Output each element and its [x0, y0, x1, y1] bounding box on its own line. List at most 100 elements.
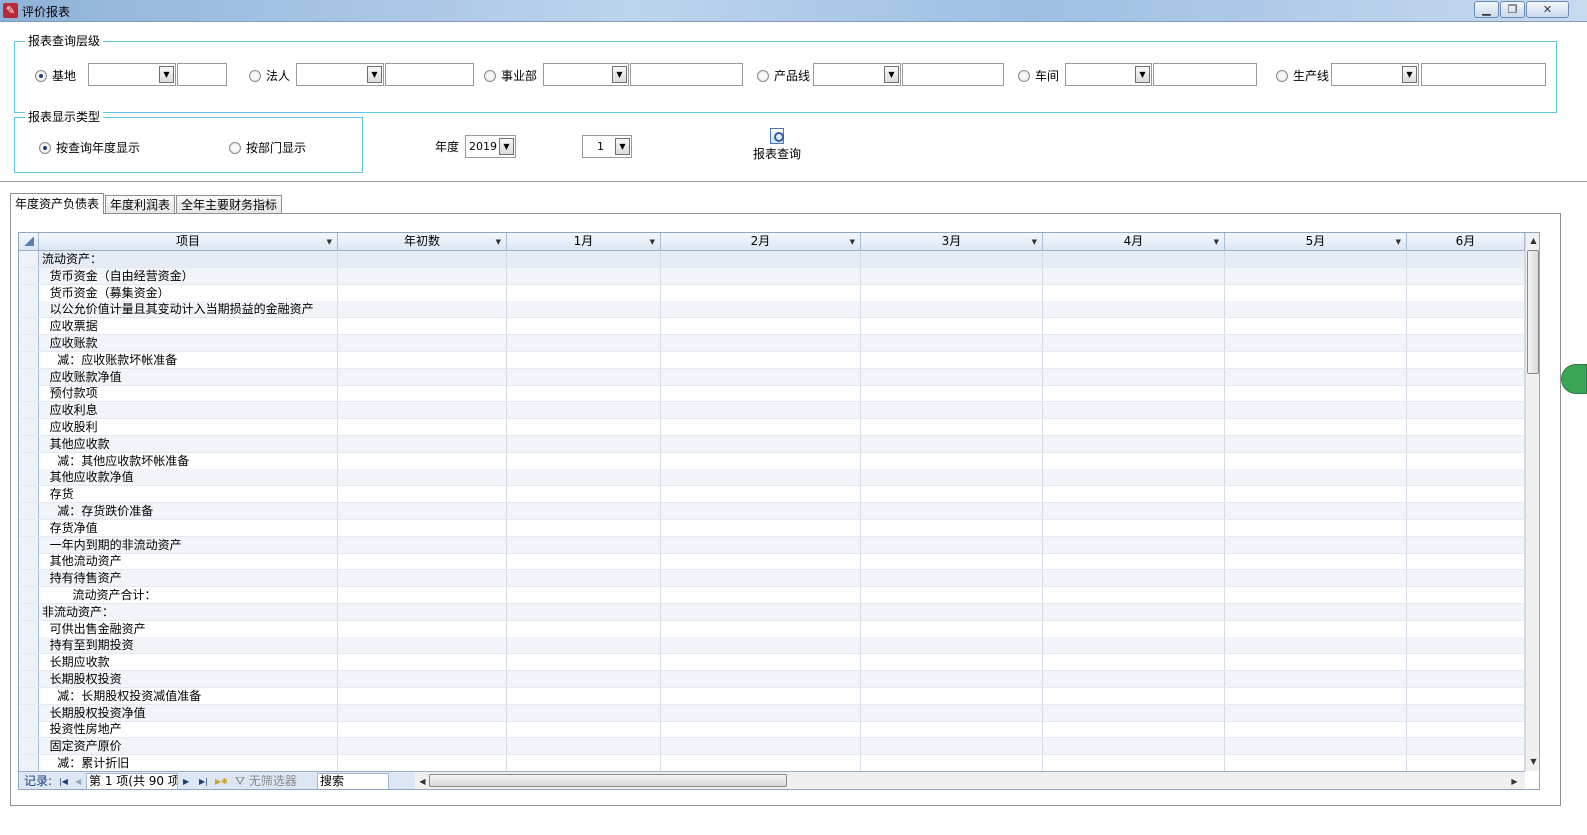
value-cell[interactable]: [1043, 318, 1225, 335]
value-cell[interactable]: [1043, 251, 1225, 267]
value-cell[interactable]: [861, 251, 1043, 267]
value-cell[interactable]: [1043, 603, 1225, 620]
value-cell[interactable]: [507, 519, 661, 536]
value-cell[interactable]: [1043, 637, 1225, 654]
value-cell[interactable]: [861, 637, 1043, 654]
item-cell[interactable]: 应收股利: [39, 419, 338, 435]
item-cell[interactable]: 长期应收款: [39, 654, 338, 671]
value-cell[interactable]: [1225, 301, 1407, 318]
column-header[interactable]: 6月: [1407, 233, 1525, 251]
value-cell[interactable]: [661, 603, 861, 620]
value-cell[interactable]: [338, 536, 507, 553]
value-cell[interactable]: [1043, 419, 1225, 435]
value-cell[interactable]: [1225, 419, 1407, 435]
item-cell[interactable]: 存货: [39, 486, 338, 503]
tab-balance-sheet[interactable]: 年度资产负债表: [10, 193, 105, 214]
value-cell[interactable]: [661, 553, 861, 570]
row-selector[interactable]: [19, 284, 39, 301]
row-selector[interactable]: [19, 738, 39, 755]
value-cell[interactable]: [1407, 570, 1525, 587]
item-cell[interactable]: 固定资产原价: [39, 738, 338, 755]
value-cell[interactable]: [338, 721, 507, 738]
value-cell[interactable]: [507, 469, 661, 486]
value-cell[interactable]: [1043, 402, 1225, 419]
item-cell[interactable]: 应收票据: [39, 318, 338, 335]
item-cell[interactable]: 持有待售资产: [39, 570, 338, 587]
value-cell[interactable]: [338, 637, 507, 654]
value-cell[interactable]: [1043, 503, 1225, 519]
value-cell[interactable]: [661, 503, 861, 519]
value-cell[interactable]: [661, 267, 861, 284]
table-row[interactable]: 非流动资产：: [19, 603, 1525, 621]
value-cell[interactable]: [1407, 486, 1525, 503]
value-cell[interactable]: [861, 755, 1043, 771]
value-cell[interactable]: [1043, 553, 1225, 570]
value-cell[interactable]: [1407, 654, 1525, 671]
vertical-scrollbar[interactable]: ▲ ▼: [1525, 233, 1539, 771]
row-selector[interactable]: [19, 452, 39, 469]
item-cell[interactable]: 投资性房地产: [39, 721, 338, 738]
value-cell[interactable]: [1407, 368, 1525, 385]
value-cell[interactable]: [1225, 318, 1407, 335]
row-selector[interactable]: [19, 301, 39, 318]
tab-income-statement[interactable]: 年度利润表: [105, 195, 176, 214]
value-cell[interactable]: [1225, 704, 1407, 721]
table-row[interactable]: 货币资金（自由经营资金）: [19, 267, 1525, 285]
row-selector[interactable]: [19, 536, 39, 553]
next-record-icon[interactable]: ▶: [183, 774, 189, 789]
value-cell[interactable]: [661, 587, 861, 603]
value-cell[interactable]: [661, 419, 861, 435]
filter-status[interactable]: ⛛ 无筛选器: [235, 774, 297, 789]
radio-circle[interactable]: [35, 69, 47, 82]
value-cell[interactable]: [1225, 637, 1407, 654]
item-cell[interactable]: 减：应收账款坏帐准备: [39, 351, 338, 368]
value-cell[interactable]: [338, 469, 507, 486]
value-cell[interactable]: [507, 419, 661, 435]
radio-level-business-unit[interactable]: 事业部: [484, 67, 537, 84]
value-cell[interactable]: [1225, 654, 1407, 671]
value-cell[interactable]: [507, 536, 661, 553]
value-cell[interactable]: [507, 637, 661, 654]
value-cell[interactable]: [661, 368, 861, 385]
value-cell[interactable]: [1225, 486, 1407, 503]
value-cell[interactable]: [338, 519, 507, 536]
value-cell[interactable]: [661, 704, 861, 721]
business-unit-name-field[interactable]: [630, 63, 743, 86]
value-cell[interactable]: [338, 419, 507, 435]
value-cell[interactable]: [1407, 603, 1525, 620]
row-selector[interactable]: [19, 503, 39, 519]
value-cell[interactable]: [338, 318, 507, 335]
value-cell[interactable]: [1225, 452, 1407, 469]
value-cell[interactable]: [507, 452, 661, 469]
table-row[interactable]: 存货净值: [19, 519, 1525, 537]
value-cell[interactable]: [661, 452, 861, 469]
row-selector[interactable]: [19, 469, 39, 486]
item-cell[interactable]: 货币资金（募集资金）: [39, 284, 338, 301]
value-cell[interactable]: [661, 519, 861, 536]
value-cell[interactable]: [507, 435, 661, 452]
value-cell[interactable]: [861, 368, 1043, 385]
item-cell[interactable]: 以公允价值计量且其变动计入当期损益的金融资产: [39, 301, 338, 318]
side-panel-handle[interactable]: [1561, 364, 1587, 394]
value-cell[interactable]: [1043, 721, 1225, 738]
table-row[interactable]: 存货: [19, 486, 1525, 504]
value-cell[interactable]: [661, 570, 861, 587]
row-selector[interactable]: [19, 251, 39, 267]
scroll-down-icon[interactable]: ▼: [1526, 754, 1539, 769]
value-cell[interactable]: [1225, 671, 1407, 687]
table-row[interactable]: 减：存货跌价准备: [19, 503, 1525, 520]
product-line-select[interactable]: ▼: [813, 63, 901, 86]
value-cell[interactable]: [1407, 553, 1525, 570]
value-cell[interactable]: [1043, 267, 1225, 284]
value-cell[interactable]: [1407, 503, 1525, 519]
value-cell[interactable]: [1407, 738, 1525, 755]
row-selector[interactable]: [19, 637, 39, 654]
radio-level-legal-entity[interactable]: 法人: [249, 67, 290, 84]
value-cell[interactable]: [1407, 637, 1525, 654]
radio-circle[interactable]: [484, 69, 496, 82]
table-row[interactable]: 货币资金（募集资金）: [19, 284, 1525, 302]
value-cell[interactable]: [338, 452, 507, 469]
value-cell[interactable]: [661, 435, 861, 452]
item-cell[interactable]: 减：其他应收款坏帐准备: [39, 452, 338, 469]
row-selector[interactable]: [19, 519, 39, 536]
